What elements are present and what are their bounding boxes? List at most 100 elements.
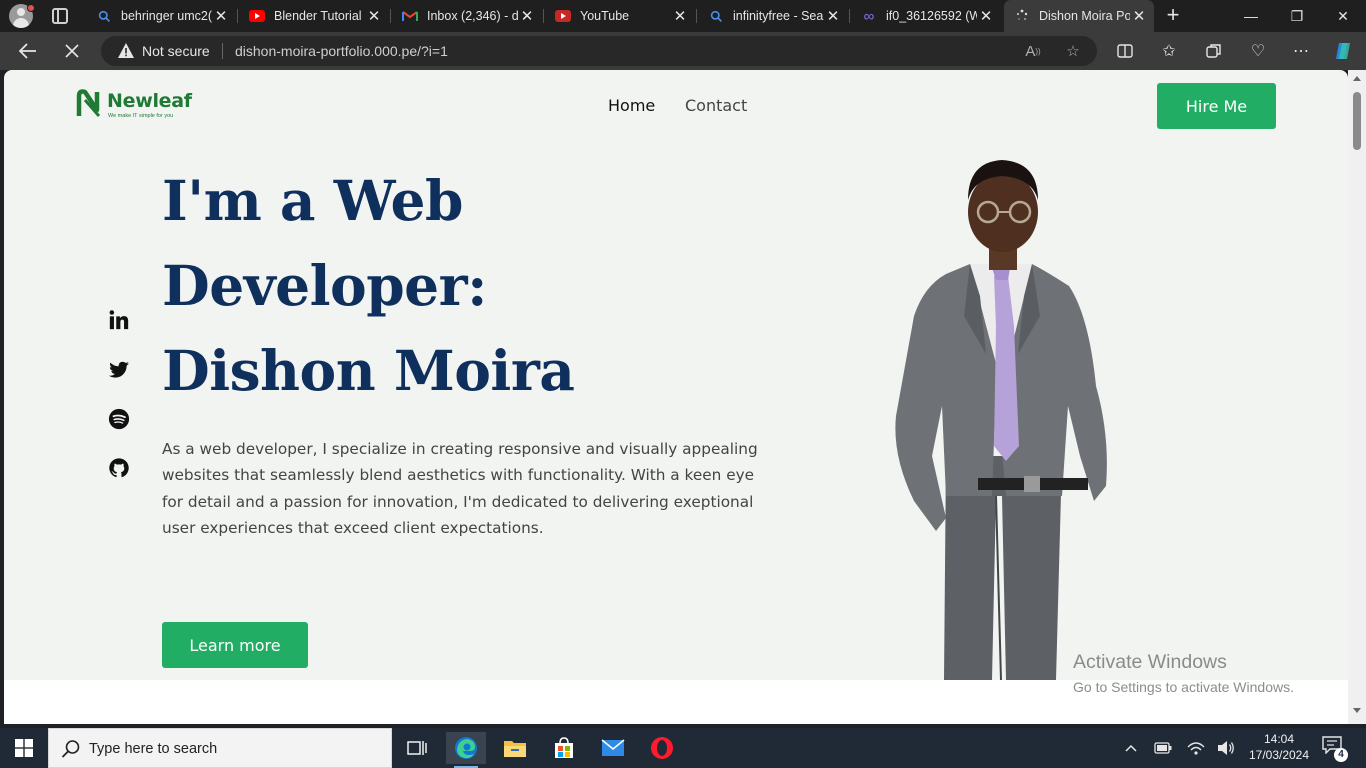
- search-icon: [61, 739, 81, 759]
- profile-status-dot: [27, 4, 35, 12]
- back-button[interactable]: [13, 37, 43, 65]
- address-bar[interactable]: Not secure dishon-moira-portfolio.000.pe…: [101, 36, 1097, 66]
- file-explorer-icon[interactable]: [495, 732, 535, 764]
- windows-taskbar: Type here to search 14:04 17/03/2024 4: [0, 728, 1366, 768]
- tab-label: behringer umc2(: [121, 9, 212, 23]
- nav-home-link[interactable]: Home: [608, 96, 655, 115]
- twitter-icon[interactable]: [107, 358, 131, 382]
- clock-date: 17/03/2024: [1248, 748, 1310, 762]
- search-icon: [96, 8, 112, 24]
- task-view-icon[interactable]: [397, 732, 437, 764]
- scroll-thumb[interactable]: [1353, 92, 1361, 150]
- stop-loading-button[interactable]: [57, 37, 87, 65]
- notification-count-badge: 4: [1334, 748, 1348, 762]
- close-icon[interactable]: ✕: [977, 7, 995, 25]
- logo-tagline: We make IT simple for you: [108, 113, 174, 119]
- hire-me-button[interactable]: Hire Me: [1157, 83, 1276, 129]
- tab-divider: [390, 9, 391, 23]
- site-logo[interactable]: Newleaf We make IT simple for you: [75, 88, 205, 124]
- infinityfree-icon: ∞: [863, 7, 875, 25]
- search-icon: [708, 8, 724, 24]
- hero-description: As a web developer, I specialize in crea…: [162, 440, 758, 538]
- learn-more-button[interactable]: Learn more: [162, 622, 308, 668]
- restore-button[interactable]: ❐: [1274, 0, 1320, 32]
- scroll-down-arrow-icon[interactable]: [1353, 708, 1361, 713]
- close-icon[interactable]: ✕: [671, 7, 689, 25]
- hero-title-line: Dishon Moira: [162, 338, 575, 403]
- tab-divider: [237, 9, 238, 23]
- tab-divider: [696, 9, 697, 23]
- close-icon[interactable]: ✕: [824, 7, 842, 25]
- new-tab-button[interactable]: +: [1161, 4, 1185, 28]
- address-divider: [222, 43, 223, 59]
- show-hidden-icons-icon[interactable]: [1121, 738, 1141, 758]
- taskbar-search-box[interactable]: Type here to search: [48, 728, 392, 768]
- wifi-icon[interactable]: [1186, 738, 1206, 758]
- scroll-up-arrow-icon[interactable]: [1353, 76, 1361, 81]
- url-text[interactable]: dishon-moira-portfolio.000.pe/?i=1: [235, 43, 448, 59]
- tab-label: if0_36126592 (W: [886, 9, 977, 23]
- tab-behringer[interactable]: behringer umc2( ✕: [86, 0, 236, 32]
- close-icon[interactable]: ✕: [212, 7, 230, 25]
- tab-actions-icon[interactable]: [52, 8, 68, 24]
- mail-icon[interactable]: [593, 732, 633, 764]
- browser-essentials-icon[interactable]: ♡: [1247, 40, 1269, 62]
- tab-infinityfree-search[interactable]: infinityfree - Sea ✕: [698, 0, 848, 32]
- favorite-star-icon[interactable]: ☆: [1063, 41, 1083, 61]
- logo-name: Newleaf: [107, 90, 192, 112]
- linkedin-icon[interactable]: [107, 308, 131, 332]
- hero-title: I'm a Web Developer: Dishon Moira: [162, 158, 762, 413]
- close-icon[interactable]: ✕: [365, 7, 383, 25]
- system-clock[interactable]: 14:04 17/03/2024: [1244, 731, 1314, 763]
- read-aloud-icon[interactable]: A)): [1023, 41, 1043, 61]
- hero-title-line: Developer:: [162, 253, 487, 318]
- opera-browser-icon[interactable]: [642, 732, 682, 764]
- tab-strip: behringer umc2( ✕ Blender Tutorial ✕ Inb…: [0, 0, 1366, 32]
- close-icon[interactable]: ✕: [518, 7, 536, 25]
- collections-icon[interactable]: [1203, 40, 1225, 62]
- developer-portrait: [895, 160, 1107, 680]
- tab-label: Blender Tutorial: [274, 9, 362, 23]
- tab-label: Dishon Moira Po: [1039, 9, 1130, 23]
- tab-label: YouTube: [580, 9, 630, 23]
- tab-divider: [543, 9, 544, 23]
- security-status[interactable]: Not secure: [142, 43, 210, 59]
- gmail-icon: [402, 8, 418, 24]
- watermark-subtitle: Go to Settings to activate Windows.: [1073, 679, 1294, 695]
- clock-time: 14:04: [1263, 732, 1295, 746]
- windows-start-button[interactable]: [8, 736, 40, 760]
- tab-infinityfree-account[interactable]: ∞ if0_36126592 (W ✕: [851, 0, 1001, 32]
- edge-browser-icon[interactable]: [446, 732, 486, 768]
- warning-icon[interactable]: [117, 42, 135, 60]
- windows-activation-watermark: Activate Windows Go to Settings to activ…: [1073, 651, 1294, 695]
- favorites-icon[interactable]: ✩: [1158, 40, 1180, 62]
- watermark-title: Activate Windows: [1073, 651, 1227, 673]
- github-icon[interactable]: [107, 456, 131, 480]
- tab-youtube[interactable]: YouTube ✕: [545, 0, 695, 32]
- battery-icon[interactable]: [1153, 738, 1173, 758]
- tab-divider: [849, 9, 850, 23]
- notification-center-button[interactable]: 4: [1322, 736, 1348, 762]
- microsoft-store-icon[interactable]: [544, 732, 584, 764]
- volume-icon[interactable]: [1216, 738, 1236, 758]
- minimize-button[interactable]: —: [1228, 0, 1274, 32]
- youtube-icon: [249, 8, 265, 24]
- tab-portfolio-active[interactable]: Dishon Moira Po ✕: [1004, 0, 1154, 32]
- tab-inbox[interactable]: Inbox (2,346) - d ✕: [392, 0, 542, 32]
- more-menu-icon[interactable]: ⋯: [1290, 40, 1312, 62]
- page-scrollbar[interactable]: [1348, 70, 1366, 724]
- nav-contact-link[interactable]: Contact: [685, 96, 747, 115]
- spotify-icon[interactable]: [107, 407, 131, 431]
- web-page: Newleaf We make IT simple for you Home C…: [4, 70, 1348, 724]
- leaf-logo-icon: [76, 89, 101, 117]
- search-placeholder: Type here to search: [89, 741, 218, 757]
- close-window-button[interactable]: ✕: [1320, 0, 1366, 32]
- tab-blender[interactable]: Blender Tutorial ✕: [239, 0, 389, 32]
- loading-icon: [1014, 8, 1030, 24]
- split-screen-icon[interactable]: [1114, 40, 1136, 62]
- copilot-icon[interactable]: [1332, 40, 1354, 62]
- youtube-icon: [555, 8, 571, 24]
- close-icon[interactable]: ✕: [1130, 7, 1148, 25]
- hero-title-line: I'm a Web: [162, 168, 463, 233]
- tab-label: Inbox (2,346) - d: [427, 9, 518, 23]
